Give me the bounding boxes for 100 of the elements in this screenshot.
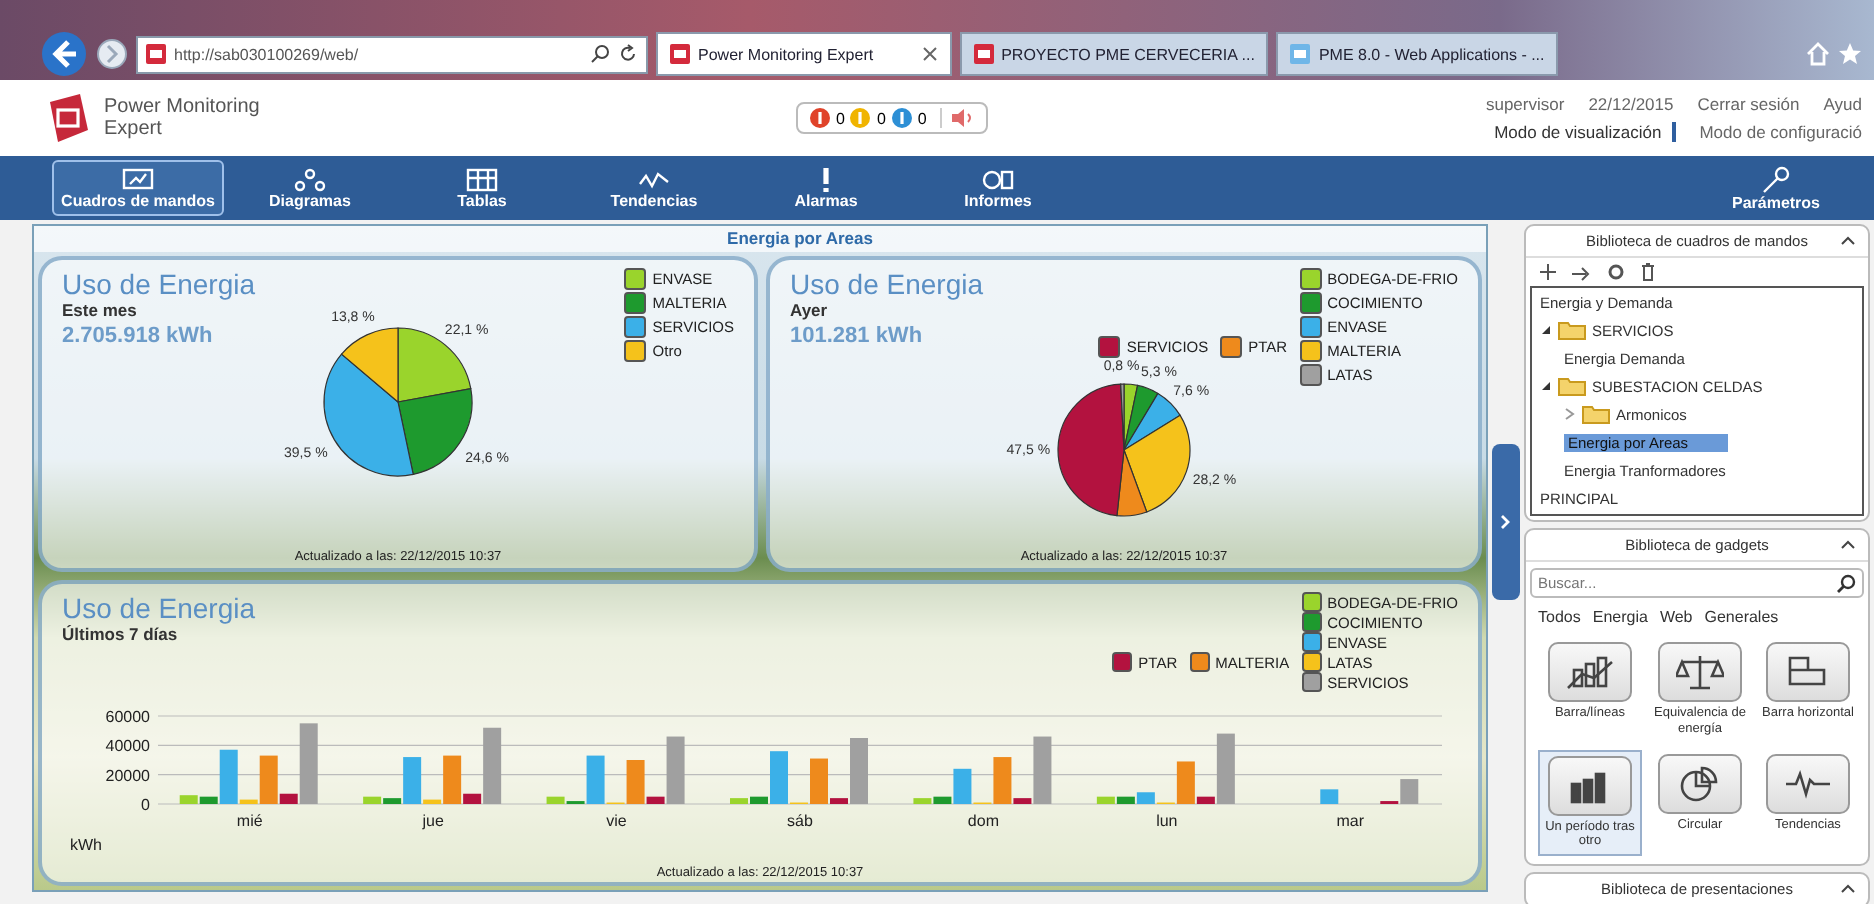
bar <box>1320 789 1339 804</box>
forward-button[interactable] <box>96 38 128 70</box>
total-value: 101.281 kWh <box>790 324 925 348</box>
expander-icon[interactable] <box>1540 324 1552 336</box>
dashboard-title: Energia por Areas <box>34 226 1486 252</box>
browser-tab[interactable]: PME 8.0 - Web Applications - ... <box>1276 32 1559 76</box>
filter-link[interactable]: Energia <box>1592 608 1648 626</box>
user-name: supervisor <box>1485 94 1565 114</box>
legend-swatch <box>1098 336 1121 358</box>
collapse-icon[interactable] <box>1840 236 1856 246</box>
collapse-icon[interactable] <box>1840 884 1856 895</box>
gadget-title: Uso de Energia <box>62 268 256 300</box>
legend-swatch <box>624 268 647 290</box>
table-icon <box>466 167 498 191</box>
axis-unit-label: kWh <box>70 836 102 854</box>
axis-category-label: dom <box>967 812 999 830</box>
search-icon[interactable] <box>590 44 610 64</box>
trash-icon[interactable] <box>1638 262 1658 282</box>
expander-icon[interactable] <box>1540 380 1552 392</box>
legend-swatch <box>1220 336 1243 358</box>
axis-category-label: mié <box>236 812 263 830</box>
back-button[interactable] <box>40 30 88 78</box>
site-icon <box>146 44 166 64</box>
folder-icon <box>1558 320 1586 340</box>
axis-tick-label: 20000 <box>105 766 150 785</box>
pulse-line-icon <box>1784 765 1832 802</box>
legend-swatch <box>1301 632 1322 652</box>
legend-swatch <box>1299 364 1322 386</box>
nav-tab[interactable]: Alarmas <box>740 160 912 216</box>
axis-category-label: jue <box>422 812 444 830</box>
legend-swatch <box>1299 268 1322 290</box>
search-icon[interactable] <box>1836 574 1856 594</box>
wrench-icon <box>1760 165 1792 193</box>
period-label: Ayer <box>790 300 830 320</box>
period-label: Últimos 7 días <box>62 624 180 644</box>
legend-swatch <box>624 340 647 362</box>
header-link[interactable]: Ayud <box>1823 94 1862 114</box>
filter-link[interactable]: Todos <box>1538 608 1581 626</box>
exclamation-icon <box>822 167 830 191</box>
nav-tab[interactable]: Informes <box>912 160 1084 216</box>
chevron-right-icon <box>1500 514 1512 530</box>
period-label: Este mes <box>62 300 139 320</box>
legend-swatch <box>1299 340 1322 362</box>
axis-tick-label: 60000 <box>105 708 150 726</box>
legend-swatch <box>1189 652 1210 672</box>
axis-category-label: mar <box>1336 812 1365 830</box>
axis-category-label: vie <box>606 812 627 830</box>
legend-swatch <box>1299 292 1322 314</box>
site-icon <box>973 44 994 64</box>
add-icon[interactable] <box>1538 262 1558 282</box>
alarm-counter[interactable]: 0 0 0 <box>796 102 989 134</box>
filter-link[interactable]: Web <box>1659 608 1693 626</box>
header-link[interactable]: Cerrar sesión <box>1697 94 1800 114</box>
folder-icon <box>1582 404 1610 424</box>
report-icon <box>982 167 1014 191</box>
collapse-icon[interactable] <box>1840 540 1856 550</box>
legend-swatch <box>1301 672 1322 692</box>
network-icon <box>294 167 326 191</box>
browser-tab[interactable]: Power Monitoring Expert <box>656 32 952 76</box>
balance-scale-icon <box>1676 654 1724 690</box>
axis-tick-label: 40000 <box>105 737 150 756</box>
nav-tab[interactable]: Diagramas <box>224 160 396 216</box>
legend-swatch <box>624 292 647 314</box>
close-icon[interactable] <box>921 46 938 62</box>
site-icon <box>1290 44 1311 64</box>
alarm-icon <box>891 108 912 128</box>
chart-screen-icon <box>122 167 154 191</box>
legend-swatch <box>1301 592 1322 612</box>
alarm-icon <box>810 108 830 128</box>
trend-line-icon <box>638 167 670 191</box>
panel-toggle-button[interactable] <box>1492 444 1520 600</box>
app-logo <box>44 92 92 144</box>
speaker-icon[interactable] <box>940 108 975 128</box>
address-bar[interactable]: http://sab030100269/web/ <box>136 35 648 73</box>
mode-link[interactable]: Modo de visualización <box>1494 122 1676 142</box>
legend-swatch <box>1301 652 1322 672</box>
alarm-icon <box>850 108 871 128</box>
nav-tab[interactable]: Cuadros de mandos <box>52 160 224 216</box>
settings-tab[interactable]: Parámetros <box>1690 160 1862 216</box>
nav-tab[interactable]: Tendencias <box>568 160 740 216</box>
legend-swatch <box>624 316 647 338</box>
total-value: 2.705.918 kWh <box>62 324 215 348</box>
app-name: Power Monitoring Expert <box>104 96 262 140</box>
axis-tick-label: 0 <box>141 796 150 814</box>
refresh-icon[interactable] <box>618 44 638 64</box>
legend-swatch <box>1112 652 1133 672</box>
browser-tab[interactable]: PROYECTO PME CERVECERIA ... <box>959 32 1269 76</box>
legend-swatch <box>1299 316 1322 338</box>
gadget-title: Uso de Energia <box>790 268 984 300</box>
gadget-title: Uso de Energia <box>62 592 256 624</box>
filter-link[interactable]: Generales <box>1704 608 1779 626</box>
date-text: 22/12/2015 <box>1588 94 1674 114</box>
bar-line-chart-icon <box>1566 654 1614 690</box>
axis-category-label: lun <box>1156 812 1178 830</box>
site-icon <box>670 44 690 64</box>
nav-tab[interactable]: Tablas <box>396 160 568 216</box>
legend-swatch <box>1301 612 1322 632</box>
folder-icon <box>1558 376 1586 396</box>
mode-link[interactable]: Modo de configuració <box>1699 122 1862 142</box>
star-icon[interactable] <box>1838 42 1862 66</box>
